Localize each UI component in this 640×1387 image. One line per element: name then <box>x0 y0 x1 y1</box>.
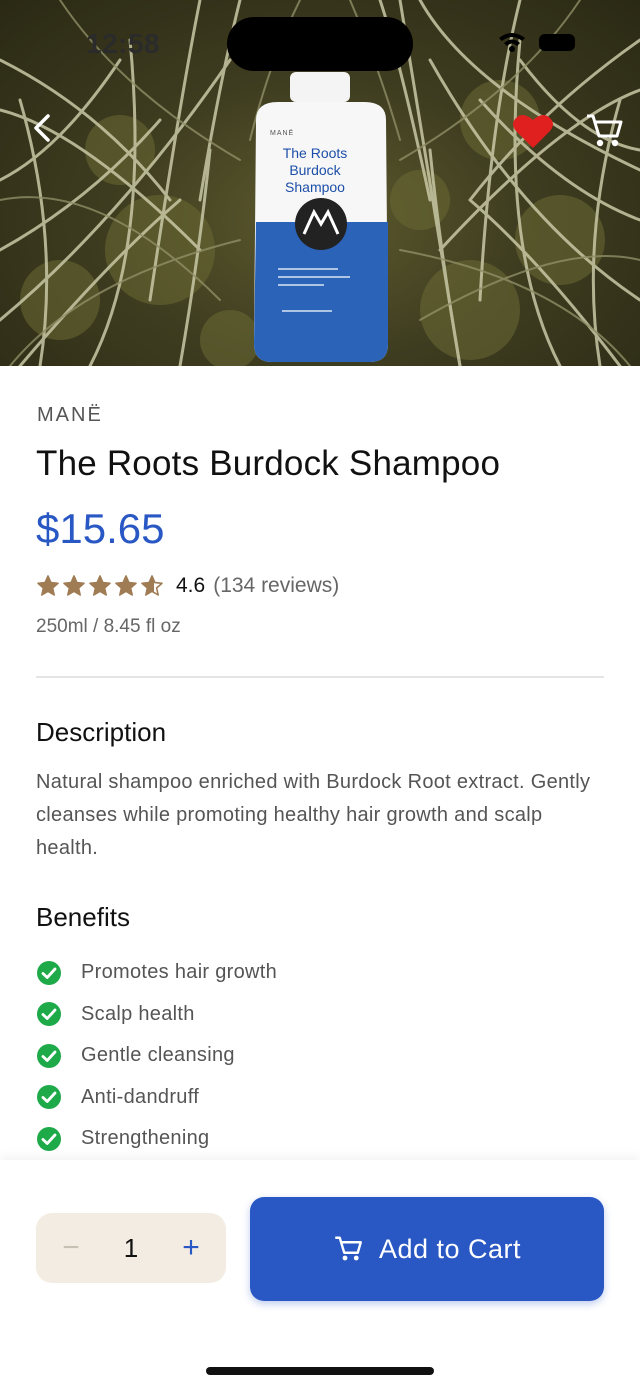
star-half-icon <box>141 575 163 596</box>
bottle-brand: MANË <box>270 130 295 137</box>
product-price: $15.65 <box>36 505 165 552</box>
brand-name: MANË <box>37 404 103 426</box>
bottle-name-line2: Burdock <box>289 162 341 178</box>
benefit-item: Promotes hair growth <box>36 952 277 994</box>
home-indicator[interactable] <box>206 1367 434 1375</box>
product-title: The Roots Burdock Shampoo <box>36 444 501 483</box>
benefits-heading: Benefits <box>36 902 130 932</box>
product-size: 250ml / 8.45 fl oz <box>36 616 181 637</box>
star-full-icon <box>63 575 85 596</box>
quantity-value: 1 <box>123 1232 139 1263</box>
status-icons <box>499 33 575 52</box>
status-time: 12:58 <box>86 28 161 59</box>
benefit-label: Anti-dandruff <box>81 1085 200 1108</box>
check-circle-icon <box>37 1002 61 1027</box>
battery-icon <box>539 34 575 51</box>
star-full-icon <box>89 575 111 596</box>
increase-quantity-button[interactable]: + <box>156 1231 226 1265</box>
bottom-cart-bar: − 1 + Add to Cart <box>0 1160 640 1387</box>
bottle-name-line3: Shampoo <box>285 179 345 195</box>
back-button[interactable] <box>24 108 64 148</box>
benefit-label: Strengthening <box>81 1127 210 1150</box>
bottle-name: The Roots Burdock Shampoo <box>270 145 360 196</box>
check-circle-icon <box>37 960 61 985</box>
bottle-label: MANË The Roots Burdock Shampoo <box>270 130 380 196</box>
rating-row: 4.6 (134 reviews) <box>36 571 339 601</box>
description-heading: Description <box>36 717 167 747</box>
heart-icon[interactable] <box>512 112 554 150</box>
add-to-cart-label: Add to Cart <box>378 1233 522 1264</box>
benefit-label: Promotes hair growth <box>81 961 278 984</box>
benefit-item: Strengthening <box>36 1118 277 1160</box>
shampoo-bottle-image <box>254 72 388 362</box>
add-to-cart-button[interactable]: Add to Cart <box>250 1197 604 1301</box>
benefit-item: Gentle cleansing <box>36 1035 277 1077</box>
bottle-name-line1: The Roots <box>282 145 348 161</box>
decrease-quantity-button[interactable]: − <box>36 1231 106 1265</box>
benefit-item: Scalp health <box>36 994 277 1036</box>
benefit-label: Gentle cleansing <box>81 1044 235 1067</box>
benefit-label: Scalp health <box>81 1002 195 1025</box>
check-circle-icon <box>37 1043 61 1068</box>
divider <box>36 676 604 678</box>
quantity-stepper: − 1 + <box>36 1213 226 1283</box>
check-circle-icon <box>37 1126 61 1151</box>
star-full-icon <box>37 575 59 596</box>
review-count: (134 reviews) <box>213 574 340 597</box>
dynamic-island <box>227 17 413 71</box>
product-hero-image: MANË The Roots Burdock Shampoo 12:58 <box>0 0 640 366</box>
cart-icon[interactable] <box>584 112 624 150</box>
rating-value: 4.6 <box>176 574 206 597</box>
check-circle-icon <box>37 1085 61 1110</box>
description-text: Natural shampoo enriched with Burdock Ro… <box>36 771 591 859</box>
benefits-list: Promotes hair growth Scalp health Gentle c… <box>36 952 277 1160</box>
star-rating <box>36 574 164 598</box>
benefit-item: Anti-dandruff <box>36 1077 277 1119</box>
wifi-icon <box>499 33 525 52</box>
cart-icon <box>335 1236 362 1261</box>
star-full-icon <box>115 575 137 596</box>
